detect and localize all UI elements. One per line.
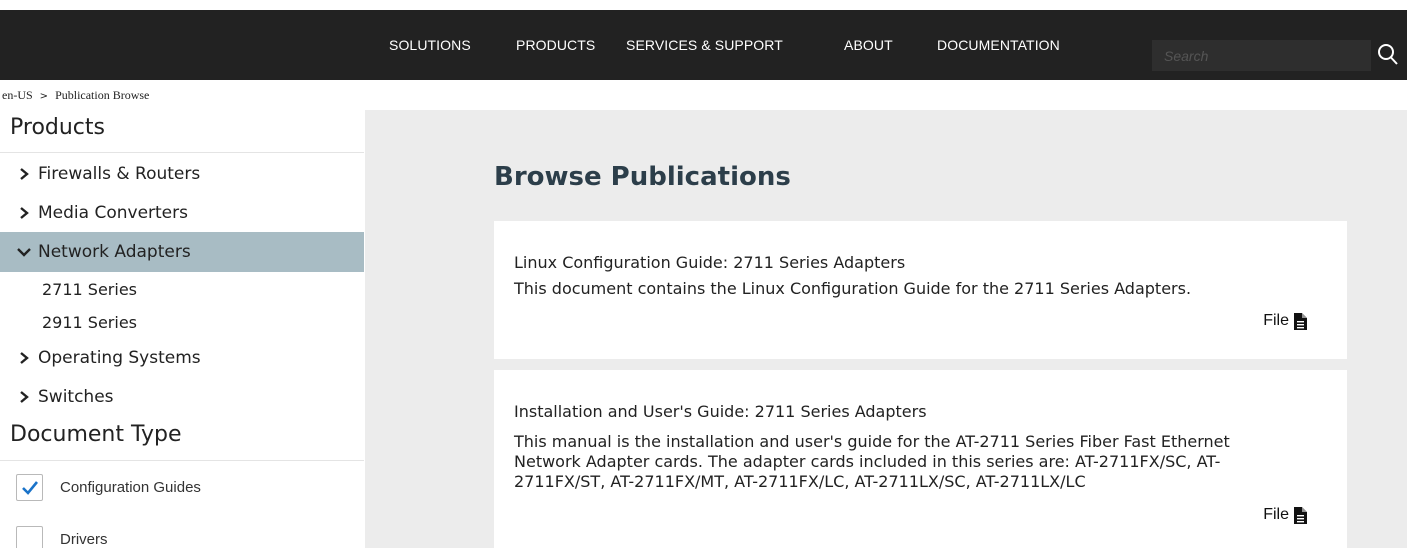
sidebar-item-label: Network Adapters — [38, 242, 191, 262]
nav-about[interactable]: ABOUT — [844, 37, 893, 53]
top-navigation-bar: SOLUTIONS PRODUCTS SERVICES & SUPPORT AB… — [0, 10, 1407, 80]
checkbox-checked[interactable] — [16, 474, 43, 501]
publication-description: This manual is the installation and user… — [514, 432, 1230, 491]
file-label: File — [1263, 312, 1289, 329]
document-type-heading: Document Type — [10, 422, 182, 447]
sidebar-item-label: Firewalls & Routers — [38, 164, 201, 184]
breadcrumb-locale[interactable]: en-US — [2, 88, 33, 102]
search-input[interactable] — [1152, 40, 1371, 71]
sidebar-item-switches[interactable]: Switches — [0, 377, 364, 417]
chevron-right-icon — [20, 168, 29, 180]
chevron-right-icon — [20, 352, 29, 364]
publication-description: This document contains the Linux Configu… — [514, 279, 1192, 298]
nav-products[interactable]: PRODUCTS — [516, 37, 595, 53]
main-content: Browse Publications Linux Configuration … — [365, 110, 1407, 548]
chevron-right-icon: > — [39, 91, 49, 102]
publication-card: Linux Configuration Guide: 2711 Series A… — [494, 221, 1347, 359]
nav-solutions[interactable]: SOLUTIONS — [389, 37, 471, 53]
chevron-right-icon — [20, 207, 29, 219]
checkbox-unchecked[interactable] — [16, 526, 43, 548]
publication-title-link[interactable]: Linux Configuration Guide: 2711 Series A… — [514, 253, 905, 272]
sidebar-subitem-2911-series[interactable]: 2911 Series — [42, 313, 137, 332]
divider — [0, 152, 364, 153]
document-icon — [1294, 312, 1307, 330]
sidebar-item-firewalls-routers[interactable]: Firewalls & Routers — [0, 154, 364, 194]
sidebar-item-label: Switches — [38, 387, 114, 407]
sidebar-subitem-2711-series[interactable]: 2711 Series — [42, 280, 137, 299]
checkmark-icon — [21, 480, 38, 495]
document-icon — [1294, 506, 1307, 524]
file-label: File — [1263, 506, 1289, 523]
sidebar-item-label: Operating Systems — [38, 348, 201, 368]
breadcrumb: en-US > Publication Browse — [2, 88, 149, 103]
filter-sidebar: Products Firewalls & Routers Media Conve… — [0, 106, 364, 548]
sidebar-item-operating-systems[interactable]: Operating Systems — [0, 338, 364, 378]
chevron-down-icon — [17, 248, 31, 257]
filter-label: Configuration Guides — [60, 479, 201, 496]
nav-services-support[interactable]: SERVICES & SUPPORT — [626, 37, 783, 53]
filter-label: Drivers — [60, 531, 108, 548]
filter-drivers[interactable]: Drivers — [16, 526, 108, 548]
publication-card: Installation and User's Guide: 2711 Seri… — [494, 370, 1347, 548]
breadcrumb-publication-browse[interactable]: Publication Browse — [55, 88, 149, 102]
sidebar-item-media-converters[interactable]: Media Converters — [0, 193, 364, 233]
divider — [0, 460, 364, 461]
search-icon[interactable] — [1377, 42, 1399, 68]
page-title: Browse Publications — [494, 162, 791, 192]
sidebar-item-network-adapters[interactable]: Network Adapters — [0, 232, 364, 272]
file-download-link[interactable]: File — [1263, 312, 1307, 330]
file-download-link[interactable]: File — [1263, 506, 1307, 524]
products-heading: Products — [10, 115, 105, 140]
publication-title-link[interactable]: Installation and User's Guide: 2711 Seri… — [514, 402, 927, 421]
chevron-right-icon — [20, 391, 29, 403]
nav-documentation[interactable]: DOCUMENTATION — [937, 37, 1060, 53]
filter-configuration-guides[interactable]: Configuration Guides — [16, 474, 201, 501]
sidebar-item-label: Media Converters — [38, 203, 188, 223]
